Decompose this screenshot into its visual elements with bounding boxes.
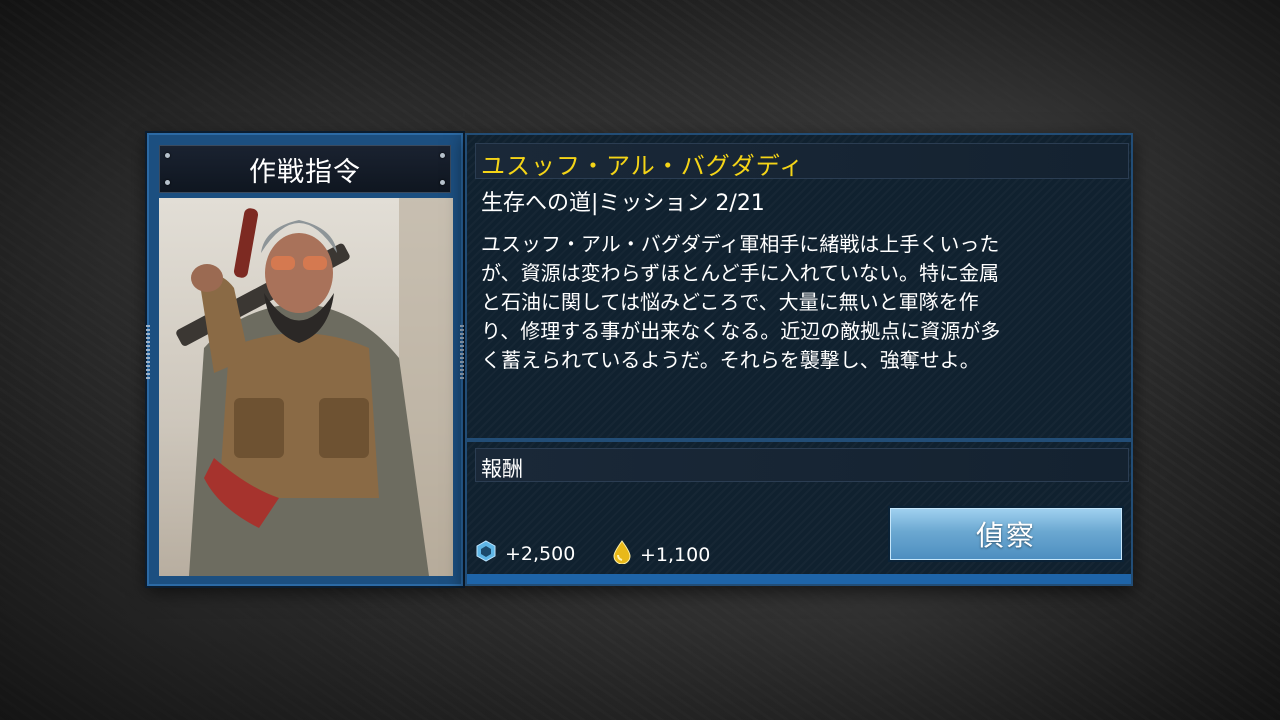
panel-title: 作戦指令 (249, 156, 361, 188)
header-bar: 作戦指令 (159, 145, 451, 193)
panel-notch-right (460, 325, 464, 381)
mission-panel: ユスッフ・アル・バグダディ 生存への道|ミッション 2/21 ユスッフ・アル・バ… (465, 133, 1133, 586)
reward-label: 報酬 (481, 457, 523, 481)
reward-oil: +1,100 (612, 540, 710, 569)
rivet-icon (165, 153, 170, 158)
reward-oil-value: +1,100 (640, 543, 711, 566)
mission-subtitle: 生存への道|ミッション 2/21 (481, 191, 765, 216)
reward-header-bar (475, 448, 1129, 482)
reward-metal-value: +2,500 (505, 542, 576, 565)
oil-drop-icon (612, 540, 632, 569)
panel-notch-left (146, 325, 150, 381)
scout-button[interactable]: 偵察 (890, 508, 1122, 560)
mission-description: ユスッフ・アル・バグダディ軍相手に緒戦は上手くいった が、資源は変わらずほとんど… (481, 232, 1001, 372)
panel-bottom-strip (467, 574, 1131, 584)
mission-name: ユスッフ・アル・バグダディ (481, 152, 805, 180)
section-divider (467, 438, 1131, 442)
portrait-panel: 作戦指令 (146, 133, 464, 586)
rivet-icon (440, 180, 445, 185)
commander-portrait (159, 198, 453, 576)
rivet-icon (165, 180, 170, 185)
rivet-icon (440, 153, 445, 158)
metal-icon (475, 540, 497, 567)
reward-metal: +2,500 (475, 540, 575, 567)
